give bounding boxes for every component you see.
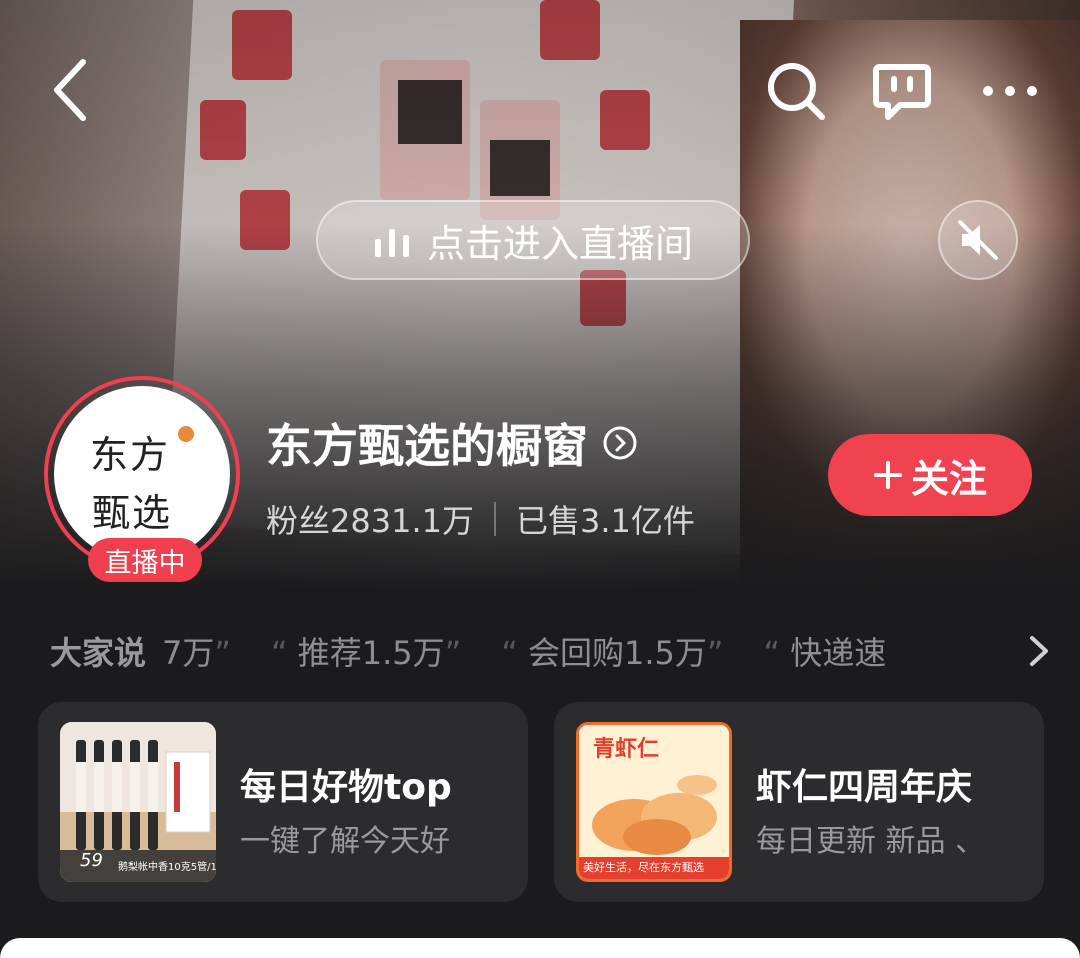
back-button[interactable] [36, 50, 106, 130]
review-tag[interactable]: 7万” [162, 628, 231, 674]
reviews-heading: 大家说 [50, 634, 147, 672]
chat-icon [873, 64, 931, 120]
fans-count: 粉丝2831.1万 [266, 502, 474, 540]
chevron-left-icon [54, 59, 86, 121]
review-tag[interactable]: “ 推荐1.5万” [271, 628, 461, 674]
shrimp-thumbnail: 青虾仁 美好生活，尽在东方甄选 [576, 722, 732, 882]
thumb-price: 59 [80, 850, 103, 871]
card-subtitle: 一键了解今天好 [240, 824, 450, 859]
stats-divider [493, 502, 496, 536]
message-button[interactable] [866, 55, 938, 127]
live-status-badge: 直播中 [88, 538, 202, 582]
thumb-footer: 美好生活，尽在东方甄选 [583, 861, 704, 874]
thumb-header: 青虾仁 [593, 737, 660, 762]
more-icon [983, 86, 1037, 96]
more-button[interactable] [970, 55, 1050, 127]
live-bars-icon [374, 229, 409, 257]
reviews-row[interactable]: 大家说 7万” “ 推荐1.5万” “ 会回购1.5万” “ 快递速 [50, 626, 1050, 676]
search-button[interactable] [760, 55, 832, 127]
store-stats: 粉丝2831.1万 已售3.1亿件 [266, 496, 695, 542]
shrimp-anniversary-card[interactable]: 青虾仁 美好生活，尽在东方甄选 虾仁四周年庆 每日更新 新品 、 [554, 702, 1044, 902]
search-icon [768, 63, 825, 120]
chevron-right-circle-icon [603, 426, 637, 460]
enter-live-room-button[interactable]: 点击进入直播间 [316, 200, 750, 280]
logo-text-line2: 甄选 [92, 491, 173, 535]
review-tag[interactable]: “ 快递速 [763, 628, 886, 674]
chevron-right-icon[interactable] [1028, 634, 1050, 668]
sold-count: 已售3.1亿件 [515, 502, 695, 540]
review-tag-text: 快递速 [790, 634, 887, 672]
follow-button[interactable]: 关注 [828, 434, 1032, 516]
card-title: 每日好物top [240, 767, 452, 808]
plus-icon [873, 461, 902, 489]
card-title: 虾仁四周年庆 [756, 767, 973, 808]
review-tag[interactable]: “ 会回购1.5万” [501, 628, 723, 674]
review-tag-text: 7万 [162, 634, 215, 672]
store-name-link[interactable]: 东方甄选的橱窗 [266, 410, 638, 476]
thumb-caption: 鹅梨帐中香10克5管/10管 [118, 862, 216, 873]
card-subtitle: 每日更新 新品 、 [756, 824, 986, 859]
daily-picks-card[interactable]: 59 鹅梨帐中香10克5管/10管 每日好物top 一键了解今天好 [38, 702, 528, 902]
enter-live-room-label: 点击进入直播间 [426, 221, 693, 266]
follow-label: 关注 [910, 456, 987, 501]
daily-picks-thumbnail: 59 鹅梨帐中香10克5管/10管 [60, 722, 216, 882]
review-tag-text: 会回购1.5万 [527, 634, 707, 672]
store-name: 东方甄选的橱窗 [266, 419, 588, 473]
mute-toggle[interactable] [938, 200, 1018, 280]
review-tag-text: 推荐1.5万 [297, 634, 445, 672]
logo-text-line1: 东方 [90, 433, 171, 477]
speaker-muted-icon [958, 220, 998, 260]
store-logo: 东方 甄选 [54, 386, 230, 562]
logo-sun-dot [178, 426, 194, 442]
bottom-sheet-edge [0, 938, 1080, 958]
